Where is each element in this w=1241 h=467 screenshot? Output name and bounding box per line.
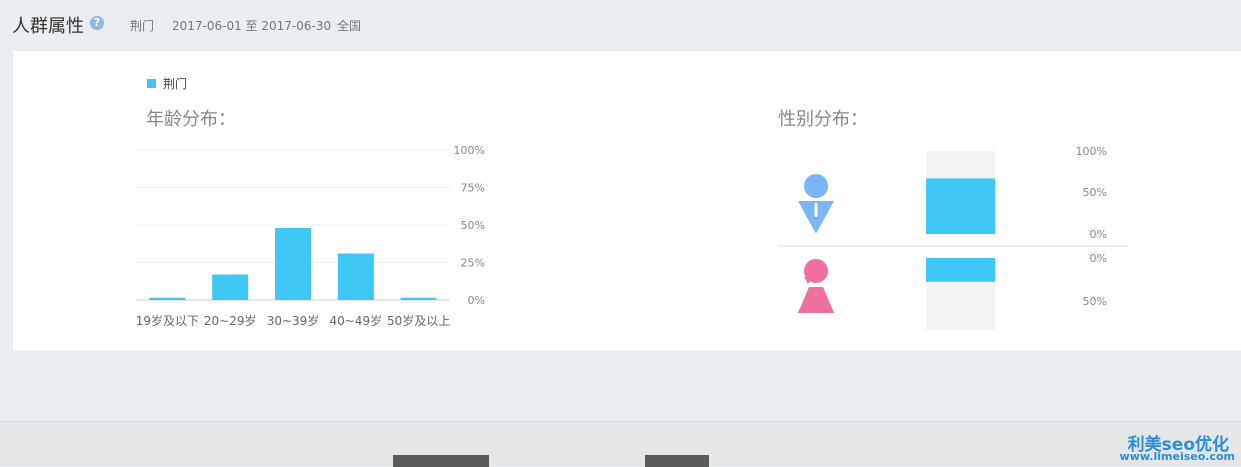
y-tick-label: 50% (461, 219, 485, 232)
x-tick-label: 40~49岁 (329, 313, 382, 328)
female-tick-label: 50% (1083, 295, 1107, 308)
y-tick-label: 75% (461, 182, 485, 195)
age-bar (212, 274, 249, 300)
page-title: 人群属性 (12, 16, 84, 37)
x-tick-label: 30~39岁 (267, 313, 320, 328)
male-tick-label: 0% (1090, 228, 1107, 241)
footer-link-1[interactable] (393, 455, 489, 467)
scope-label: 全国 (337, 19, 362, 33)
question-circle-icon[interactable]: ? (90, 16, 104, 30)
male-bar (926, 178, 995, 234)
male-person-icon (798, 174, 834, 233)
gender-chart: 100% 50% 0% 0% 50% (778, 145, 1128, 330)
female-bar (926, 258, 995, 282)
region-label: 荆门 (130, 19, 155, 33)
age-bar (400, 297, 437, 300)
y-tick-label: 100% (454, 144, 485, 157)
y-tick-label: 25% (461, 257, 485, 270)
female-person-icon (798, 259, 834, 313)
chart-panel: 荆门 年龄分布： 性别分布： 0% 25% 50% 75% 100% 19岁及以下 20~2… (13, 51, 1241, 351)
footer (0, 421, 1241, 467)
date-range: 2017-06-01 至 2017-06-30 (172, 19, 332, 33)
age-bar (149, 297, 186, 300)
age-chart: 0% 25% 50% 75% 100% 19岁及以下 20~29岁 30~39岁 40~49岁 5… (136, 144, 485, 328)
watermark-site: www.limeiseo.com (1119, 450, 1235, 463)
male-tick-label: 50% (1083, 186, 1107, 199)
female-tick-label: 0% (1090, 252, 1107, 265)
x-tick-label: 50岁及以上 (387, 313, 450, 328)
male-tick-label: 100% (1076, 145, 1107, 158)
x-tick-label: 19岁及以下 (136, 313, 199, 328)
age-bar (337, 253, 374, 300)
header: 人群属性 ? 荆门 2017-06-01 至 2017-06-30 全国 (0, 0, 1241, 50)
x-tick-label: 20~29岁 (204, 313, 257, 328)
age-bar (275, 228, 311, 300)
footer-link-2[interactable] (645, 455, 709, 467)
y-tick-label: 0% (468, 294, 485, 307)
